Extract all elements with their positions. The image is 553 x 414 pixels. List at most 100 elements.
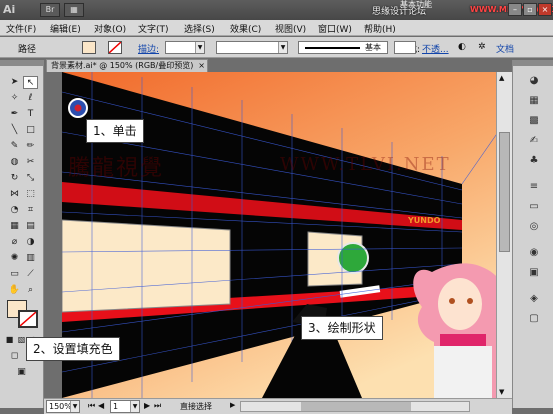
character-scarf bbox=[440, 334, 486, 346]
scroll-down-icon[interactable]: ▼ bbox=[499, 388, 504, 396]
layers-icon[interactable]: ◈ bbox=[527, 292, 541, 306]
callout-step-2: 2、设置填充色 bbox=[26, 337, 120, 361]
artboards-icon[interactable]: ▢ bbox=[527, 312, 541, 326]
document-setup-button[interactable]: 文档 bbox=[496, 42, 514, 55]
variable-width-select[interactable]: ▼ bbox=[216, 41, 288, 54]
perspective-grid-icon[interactable]: ⌗ bbox=[23, 204, 38, 217]
dock-grip[interactable] bbox=[513, 60, 553, 66]
shape-builder-icon[interactable]: ◔ bbox=[7, 204, 22, 217]
free-transform-icon[interactable]: ⬚ bbox=[23, 188, 38, 201]
window-left bbox=[62, 219, 231, 313]
blob-brush-icon[interactable]: ◍ bbox=[7, 156, 22, 169]
opacity-label[interactable]: 不透... bbox=[422, 42, 449, 55]
panel-grip[interactable] bbox=[0, 60, 44, 66]
document-tab[interactable]: 背景素材.ai* @ 150% (RGB/叠印预览) × bbox=[46, 59, 208, 72]
draw-mode-icon[interactable]: ◻ bbox=[7, 350, 22, 363]
scroll-up-icon[interactable]: ▲ bbox=[499, 74, 504, 82]
eyedropper-icon[interactable]: ⌀ bbox=[7, 236, 22, 249]
brush-select[interactable]: 基本 bbox=[298, 41, 388, 54]
graph-icon[interactable]: ▥ bbox=[23, 252, 38, 265]
stroke-panel-icon[interactable]: ≡ bbox=[527, 180, 541, 194]
line-tool-icon[interactable]: ╲ bbox=[7, 124, 22, 137]
scale-icon[interactable]: ⤡ bbox=[23, 172, 38, 185]
close-icon[interactable]: × bbox=[538, 3, 552, 16]
bridge-button[interactable]: Br bbox=[40, 3, 60, 17]
style-select[interactable] bbox=[394, 41, 416, 54]
paintbrush-icon[interactable]: ✎ bbox=[7, 140, 22, 153]
brush-label: 基本 bbox=[365, 43, 381, 52]
pencil-icon[interactable]: ✏ bbox=[23, 140, 38, 153]
first-page-icon[interactable]: ⏮ bbox=[88, 401, 95, 411]
stroke-swatch[interactable] bbox=[108, 41, 122, 54]
hand-icon[interactable]: ✋ bbox=[7, 284, 22, 297]
gear-icon[interactable]: ✲ bbox=[478, 42, 486, 52]
prev-page-icon[interactable]: ◀ bbox=[98, 401, 104, 410]
last-page-icon[interactable]: ⏭ bbox=[154, 401, 161, 411]
minimize-icon[interactable]: – bbox=[508, 3, 522, 16]
title-bar: Ai Br ▦ 思缘设计论坛 WWW.MISSYUAN.COM 基本功能 – ▫… bbox=[0, 0, 553, 20]
facade-sign: YUNDO bbox=[407, 216, 441, 225]
appearance-icon[interactable]: ◉ bbox=[527, 246, 541, 260]
magic-wand-icon[interactable]: ✧ bbox=[7, 92, 22, 105]
h-scroll-thumb[interactable] bbox=[301, 402, 411, 411]
mesh-icon[interactable]: ▦ bbox=[7, 220, 22, 233]
character-face bbox=[438, 278, 482, 330]
next-page-icon[interactable]: ▶ bbox=[144, 401, 150, 410]
symbols-icon[interactable]: ♣ bbox=[527, 154, 541, 168]
horizontal-scrollbar[interactable] bbox=[240, 401, 470, 412]
symbol-sprayer-icon[interactable]: ✺ bbox=[7, 252, 22, 265]
rotate-icon[interactable]: ↻ bbox=[7, 172, 22, 185]
gradient-icon[interactable]: ▤ bbox=[23, 220, 38, 233]
status-mode[interactable]: 直接选择 bbox=[180, 401, 212, 412]
menu-edit[interactable]: 编辑(E) bbox=[50, 22, 81, 35]
close-tab-icon[interactable]: × bbox=[198, 60, 205, 72]
character-eye-left bbox=[449, 298, 455, 304]
zoom-icon[interactable]: ⌕ bbox=[23, 284, 38, 297]
stroke-weight-field[interactable]: ▼ bbox=[165, 41, 205, 54]
scroll-thumb[interactable] bbox=[499, 132, 510, 252]
rectangle-tool-icon[interactable]: □ bbox=[23, 124, 38, 137]
status-menu-icon[interactable]: ▶ bbox=[230, 401, 235, 409]
vertical-scrollbar[interactable]: ▲ ▼ bbox=[496, 72, 512, 398]
lasso-icon[interactable]: ℓ bbox=[23, 92, 38, 105]
pen-tool-icon[interactable]: ✒ bbox=[7, 108, 22, 121]
menu-help[interactable]: 帮助(H) bbox=[364, 22, 396, 35]
menu-view[interactable]: 视图(V) bbox=[275, 22, 306, 35]
type-tool-icon[interactable]: T bbox=[23, 108, 38, 121]
color-panel-icon[interactable]: ◕ bbox=[527, 74, 541, 88]
graphic-styles-icon[interactable]: ▣ bbox=[527, 266, 541, 280]
menu-type[interactable]: 文字(T) bbox=[138, 22, 169, 35]
menu-window[interactable]: 窗口(W) bbox=[318, 22, 352, 35]
recolor-icon[interactable]: ◐ bbox=[458, 42, 466, 52]
brushes-icon[interactable]: ✍ bbox=[527, 134, 541, 148]
menu-select[interactable]: 选择(S) bbox=[184, 22, 215, 35]
stroke-label[interactable]: 描边: bbox=[138, 42, 159, 55]
none-stroke-icon bbox=[108, 41, 122, 54]
artboard-icon[interactable]: ▭ bbox=[7, 268, 22, 281]
blend-icon[interactable]: ◑ bbox=[23, 236, 38, 249]
fill-swatch[interactable] bbox=[82, 41, 96, 54]
menu-file[interactable]: 文件(F) bbox=[6, 22, 36, 35]
workspace-switcher[interactable]: 基本功能 bbox=[400, 0, 432, 10]
screen-mode-icon[interactable]: ▣ bbox=[14, 366, 29, 379]
panel-dock: ◕ ▦ ▩ ✍ ♣ ≡ ▭ ◎ ◉ ▣ ◈ ▢ bbox=[512, 60, 553, 408]
menu-effect[interactable]: 效果(C) bbox=[230, 22, 261, 35]
swatches-icon[interactable]: ▩ bbox=[527, 114, 541, 128]
stroke-color-box[interactable] bbox=[18, 310, 38, 328]
width-tool-icon[interactable]: ⋈ bbox=[7, 188, 22, 201]
arrange-documents-button[interactable]: ▦ bbox=[64, 3, 84, 17]
zoom-select[interactable]: 150% ▼ bbox=[46, 400, 80, 413]
status-bar: 150% ▼ ⏮ ◀ 1 ▼ ▶ ⏭ 直接选择 ▶ bbox=[44, 398, 512, 414]
scissors-icon[interactable]: ✂ bbox=[23, 156, 38, 169]
canvas-watermark-cn: 騰龍視覺 bbox=[68, 156, 165, 181]
direct-selection-tool-icon[interactable]: ↖ bbox=[23, 76, 38, 89]
maximize-icon[interactable]: ▫ bbox=[523, 3, 537, 16]
gradient-panel-icon[interactable]: ▭ bbox=[527, 200, 541, 214]
selection-tool-icon[interactable]: ➤ bbox=[7, 76, 22, 89]
transparency-icon[interactable]: ◎ bbox=[527, 220, 541, 234]
chevron-down-icon: ▼ bbox=[70, 401, 79, 412]
slice-icon[interactable]: ⟋ bbox=[23, 268, 38, 281]
color-guide-icon[interactable]: ▦ bbox=[527, 94, 541, 108]
menu-object[interactable]: 对象(O) bbox=[94, 22, 126, 35]
page-select[interactable]: 1 ▼ bbox=[110, 400, 140, 413]
